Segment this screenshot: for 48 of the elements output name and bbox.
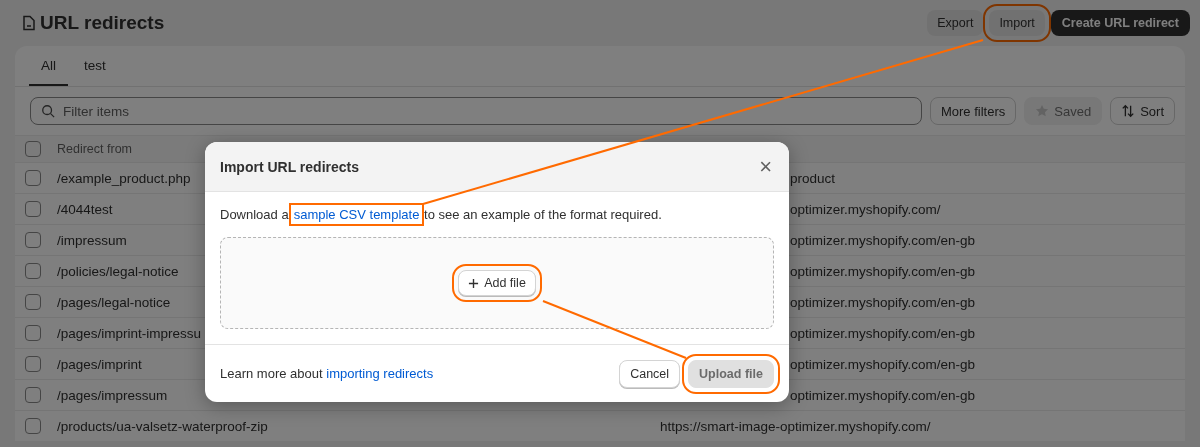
checkbox[interactable]	[25, 356, 41, 372]
table-cell: optimizer.myshopify.com/en-gb	[790, 325, 976, 341]
filter-button[interactable]: Sort	[1110, 97, 1175, 125]
checkbox[interactable]	[25, 201, 41, 217]
table-cell: optimizer.myshopify.com/en-gb	[790, 232, 976, 248]
intro-text: Download a sample CSV template to see an example of the format required.	[220, 207, 774, 222]
drop-zone[interactable]: Add file	[220, 237, 774, 329]
sort-icon	[1121, 104, 1136, 118]
checkbox[interactable]	[25, 141, 41, 157]
plus-icon	[468, 277, 480, 289]
tab[interactable]: All	[29, 46, 68, 86]
help-link[interactable]: importing redirects	[326, 366, 434, 381]
column-header: Redirect from	[57, 142, 133, 156]
filter-button[interactable]: More filters	[930, 97, 1017, 125]
checkbox[interactable]	[25, 232, 41, 248]
table-cell: optimizer.myshopify.com/en-gb	[790, 263, 976, 279]
footer-text: Learn more about importing redirects	[220, 366, 434, 381]
table-cell: https://smart-image-optimizer.myshopify.com/	[660, 418, 931, 434]
checkbox[interactable]	[25, 294, 41, 310]
checkbox[interactable]	[25, 418, 41, 434]
table-cell: optimizer.myshopify.com/	[790, 201, 941, 217]
table-cell: product	[790, 170, 836, 186]
table-cell: /pages/imprint	[57, 356, 142, 372]
checkbox[interactable]	[25, 263, 41, 279]
table-cell: /pages/imprint-impressu	[57, 325, 202, 341]
cancel-button[interactable]: Cancel	[619, 359, 681, 388]
search-icon	[41, 104, 55, 118]
document-icon	[22, 15, 36, 31]
checkbox[interactable]	[25, 170, 41, 186]
table-cell: /policies/legal-notice	[57, 263, 179, 279]
tab[interactable]: test	[72, 46, 118, 86]
table-cell: /4044test	[57, 201, 113, 217]
table-cell: /products/ua-valsetz-waterproof-zip	[57, 418, 268, 434]
checkbox[interactable]	[25, 325, 41, 341]
header-button[interactable]: Export	[927, 10, 984, 36]
table-cell: /example_product.php	[57, 170, 191, 186]
table-cell: /impressum	[57, 232, 127, 248]
close-button[interactable]: ×	[757, 155, 774, 178]
create-button[interactable]: Create URL redirect	[1050, 10, 1190, 36]
table-cell: /pages/legal-notice	[57, 294, 171, 310]
dialog-title: Import URL redirects	[220, 158, 359, 175]
table-cell: /pages/impressum	[57, 387, 168, 403]
table-cell: optimizer.myshopify.com/en-gb	[790, 387, 976, 403]
page-title: URL redirects	[40, 12, 165, 34]
checkbox[interactable]	[25, 387, 41, 403]
table-cell: optimizer.myshopify.com/en-gb	[790, 356, 976, 372]
table-cell: optimizer.myshopify.com/en-gb	[790, 294, 976, 310]
search-field[interactable]: Filter items	[30, 97, 922, 125]
